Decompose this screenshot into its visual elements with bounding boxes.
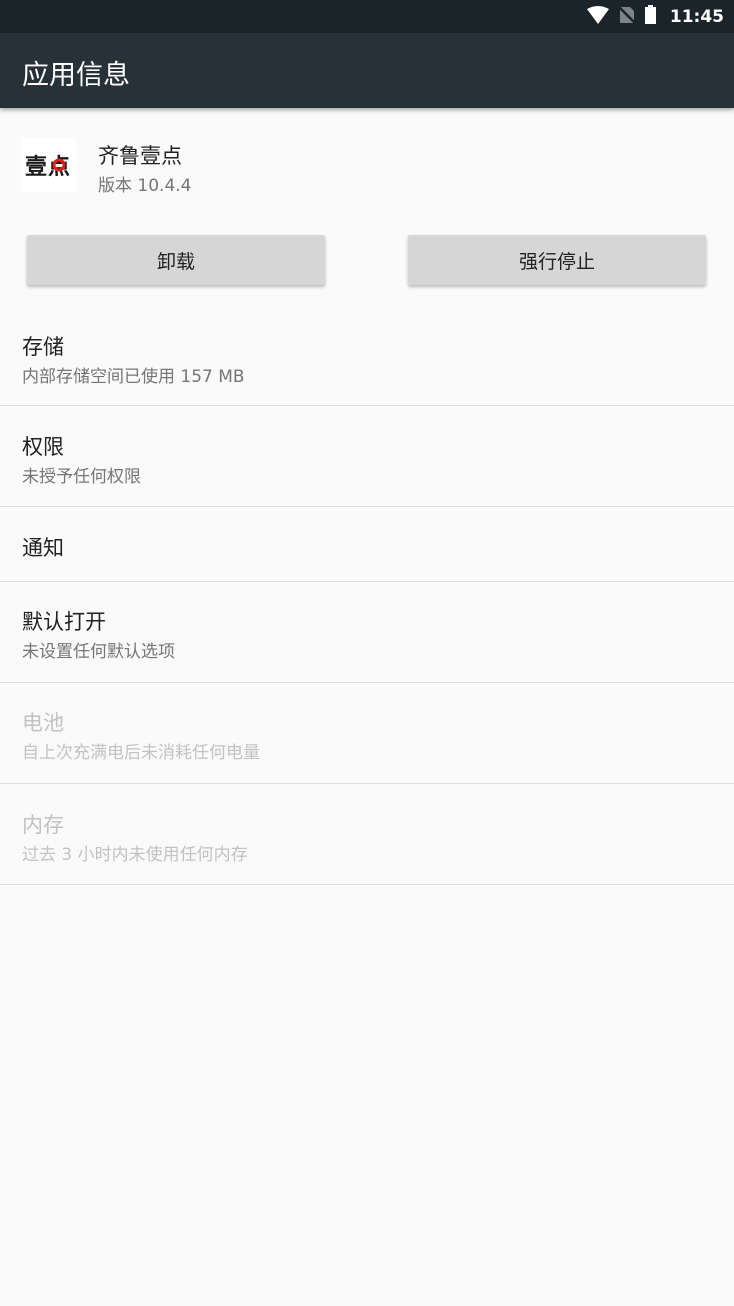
settings-item-title: 权限 [22, 435, 64, 459]
app-icon: 壹 点 [22, 138, 76, 192]
app-name: 齐鲁壹点 [98, 144, 182, 168]
settings-item-title: 电池 [22, 711, 64, 735]
settings-item-summary: 未设置任何默认选项 [22, 642, 175, 662]
app-header: 壹 点 齐鲁壹点 版本 10.4.4 [0, 108, 734, 218]
status-time: 11:45 [669, 6, 724, 27]
status-bar: 11:45 [0, 0, 734, 33]
force-stop-button[interactable]: 强行停止 [408, 235, 706, 285]
settings-item-title: 内存 [22, 813, 64, 837]
page-title: 应用信息 [22, 60, 130, 91]
status-icons: 11:45 [586, 0, 724, 33]
settings-item-storage[interactable]: 存储 内部存储空间已使用 157 MB [0, 305, 734, 406]
app-bar: 应用信息 [0, 33, 734, 108]
settings-item-notifications[interactable]: 通知 [0, 507, 734, 582]
settings-item-summary: 过去 3 小时内未使用任何内存 [22, 845, 248, 865]
settings-item-summary: 未授予任何权限 [22, 467, 141, 487]
settings-item-memory: 内存 过去 3 小时内未使用任何内存 [0, 784, 734, 885]
app-version: 版本 10.4.4 [98, 176, 192, 196]
no-sim-icon [617, 5, 636, 28]
settings-item-summary: 自上次充满电后未消耗任何电量 [22, 743, 260, 763]
app-logo-icon: 壹 点 [25, 154, 70, 180]
settings-item-permissions[interactable]: 权限 未授予任何权限 [0, 406, 734, 507]
battery-icon [644, 5, 656, 28]
settings-list: 存储 内部存储空间已使用 157 MB 权限 未授予任何权限 通知 默认打开 未… [0, 305, 734, 885]
svg-text:壹: 壹 [25, 155, 47, 180]
settings-item-title: 默认打开 [22, 610, 106, 634]
settings-item-title: 通知 [22, 536, 64, 560]
settings-item-open-by-default[interactable]: 默认打开 未设置任何默认选项 [0, 582, 734, 683]
settings-item-summary: 内部存储空间已使用 157 MB [22, 367, 245, 387]
settings-item-battery: 电池 自上次充满电后未消耗任何电量 [0, 683, 734, 784]
uninstall-button[interactable]: 卸载 [27, 235, 325, 285]
wifi-icon [586, 5, 609, 28]
svg-text:点: 点 [48, 154, 70, 180]
settings-item-title: 存储 [22, 335, 64, 359]
